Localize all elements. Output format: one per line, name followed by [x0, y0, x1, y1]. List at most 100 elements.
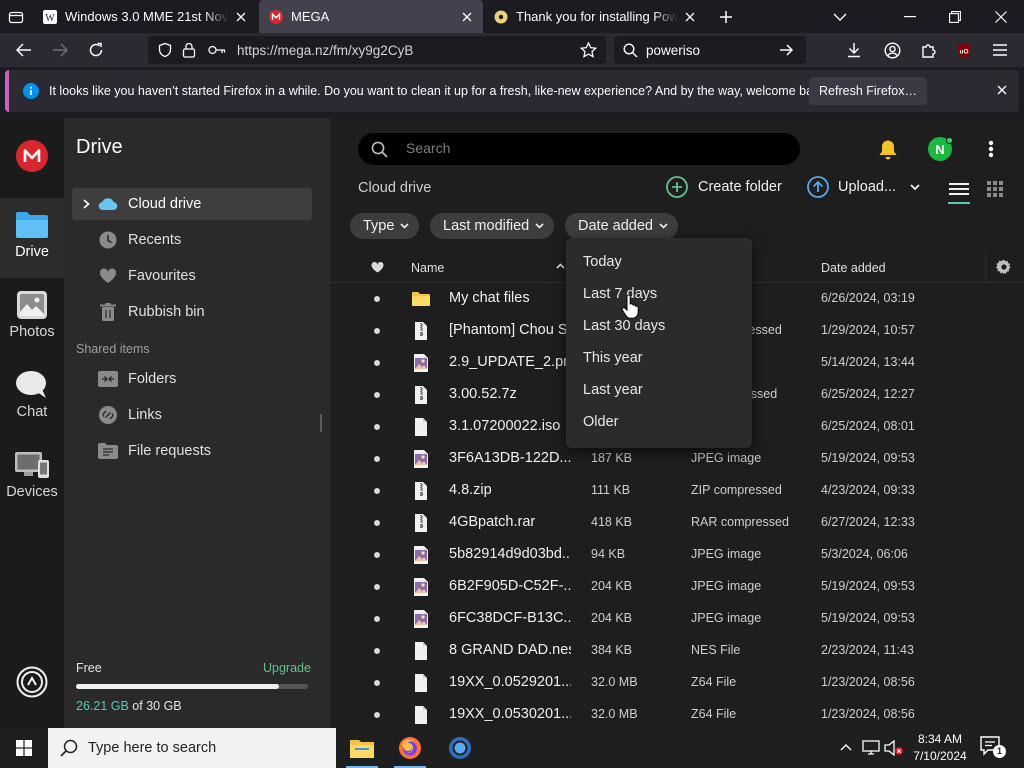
more-vertical-icon[interactable]	[988, 140, 994, 158]
downloads-button[interactable]	[840, 36, 868, 64]
mega-logo-icon[interactable]	[16, 140, 48, 172]
create-folder-button[interactable]: Create folder	[666, 176, 782, 198]
chevron-right-icon[interactable]	[83, 199, 90, 209]
taskbar-search-box[interactable]: Type here to search	[48, 728, 336, 768]
favourite-dot[interactable]	[374, 584, 380, 590]
sidebar-item-folders[interactable]: Folders	[72, 363, 312, 395]
list-view-button[interactable]	[944, 180, 974, 204]
file-search-input[interactable]: Search	[358, 133, 800, 165]
app-menu-button[interactable]	[986, 36, 1014, 64]
close-icon[interactable]	[997, 85, 1007, 95]
search-bar[interactable]: poweriso	[614, 36, 806, 64]
heart-icon[interactable]	[371, 262, 384, 273]
favourite-dot[interactable]	[374, 328, 380, 334]
tab-wikipedia[interactable]: W Windows 3.0 MME 21st Novemb	[33, 0, 257, 33]
breadcrumb[interactable]: Cloud drive	[358, 180, 431, 196]
table-row[interactable]: 8 GRAND DAD.nes 384 KB NES File 2/23/2024, …	[330, 635, 1024, 667]
refresh-firefox-button[interactable]: Refresh Firefox…	[809, 77, 927, 105]
tab-close-icon[interactable]	[229, 5, 253, 29]
date-option-last-year[interactable]: Last year	[583, 382, 643, 398]
restore-button[interactable]	[935, 0, 975, 33]
table-row[interactable]: 4GBpatch.rar 418 KB RAR compressed 6/27/202…	[330, 507, 1024, 539]
rail-drive[interactable]: Drive	[0, 198, 64, 278]
filter-type-chip[interactable]: Type	[350, 213, 420, 239]
action-center-button[interactable]: 1	[980, 736, 1006, 760]
sidebar-item-file-requests[interactable]: File requests	[72, 435, 312, 467]
sidebar-item-links[interactable]: Links	[72, 399, 312, 431]
column-date-added-header[interactable]: Date added	[821, 261, 886, 275]
favourite-dot[interactable]	[374, 712, 380, 718]
favourite-dot[interactable]	[374, 648, 380, 654]
date-option-this-year[interactable]: This year	[583, 350, 643, 366]
chevron-up-icon[interactable]	[840, 743, 852, 751]
favourite-dot[interactable]	[374, 680, 380, 686]
url-bar[interactable]: https://mega.nz/fm/xy9g2CyB	[148, 36, 606, 64]
date-option-today[interactable]: Today	[583, 254, 622, 270]
favourite-dot[interactable]	[374, 552, 380, 558]
sidebar-item-favourites[interactable]: Favourites	[72, 260, 312, 292]
favourite-dot[interactable]	[374, 392, 380, 398]
ublock-button[interactable]: uO	[950, 36, 978, 64]
tab-overview-button[interactable]	[0, 0, 32, 33]
tracking-shield-icon[interactable]	[157, 42, 173, 58]
filter-date-added-chip[interactable]: Date added	[565, 213, 678, 239]
grid-view-icon[interactable]	[987, 181, 1003, 197]
lock-icon[interactable]	[182, 42, 196, 58]
favourite-dot[interactable]	[374, 424, 380, 430]
rail-chat[interactable]: Chat	[0, 358, 64, 438]
table-row[interactable]: 6FC38DCF-B13C... 204 KB JPEG image 5/19/202…	[330, 603, 1024, 635]
sidebar-item-rubbish-bin[interactable]: Rubbish bin	[72, 296, 312, 328]
favourite-dot[interactable]	[374, 520, 380, 526]
account-button[interactable]	[878, 36, 906, 64]
sort-ascending-icon[interactable]	[556, 263, 565, 269]
taskbar-file-explorer[interactable]	[338, 728, 386, 768]
shared-folder-icon	[98, 369, 118, 389]
table-row[interactable]: 5b82914d9d03bd... 94 KB JPEG image 5/3/2024…	[330, 539, 1024, 571]
transfers-icon[interactable]	[16, 666, 48, 698]
system-clock[interactable]: 8:34 AM 7/10/2024	[906, 731, 974, 765]
favourite-dot[interactable]	[374, 360, 380, 366]
taskbar-firefox[interactable]	[386, 728, 434, 768]
network-icon[interactable]	[862, 740, 880, 756]
table-row[interactable]: 6B2F905D-C52F-... 204 KB JPEG image 5/19/20…	[330, 571, 1024, 603]
table-row[interactable]: 19XX_0.0529201... 32.0 MB Z64 File 1/23/202…	[330, 667, 1024, 699]
tab-close-icon[interactable]	[455, 5, 479, 29]
favourite-dot[interactable]	[374, 616, 380, 622]
favourite-dot[interactable]	[374, 296, 380, 302]
favourite-dot[interactable]	[374, 456, 380, 462]
permissions-key-icon[interactable]	[208, 43, 226, 57]
start-button[interactable]	[0, 728, 48, 768]
table-row[interactable]: 19XX_0.0530201... 32.0 MB Z64 File 1/23/202…	[330, 699, 1024, 731]
file-type: Z64 File	[691, 707, 737, 721]
rail-devices[interactable]: Devices	[0, 438, 64, 518]
sidebar-resize-handle[interactable]	[320, 414, 322, 432]
upload-button[interactable]: Upload...	[807, 176, 920, 198]
extensions-button[interactable]	[914, 36, 942, 64]
sidebar-item-recents[interactable]: Recents	[72, 224, 312, 256]
tab-close-icon[interactable]	[678, 5, 702, 29]
date-option-older[interactable]: Older	[583, 414, 618, 430]
taskbar-chrome[interactable]	[436, 728, 484, 768]
tab-poweriso[interactable]: Thank you for installing PowerIS	[484, 0, 706, 33]
table-row[interactable]: 4.8.zip 111 KB ZIP compressed 4/23/2024, 09…	[330, 475, 1024, 507]
bell-icon[interactable]	[878, 139, 898, 160]
forward-button[interactable]	[46, 36, 74, 64]
go-arrow-icon[interactable]	[779, 43, 794, 57]
column-name-header[interactable]: Name	[411, 261, 444, 275]
filter-last-modified-chip[interactable]: Last modified	[430, 213, 555, 239]
close-window-button[interactable]	[980, 0, 1022, 33]
gear-icon[interactable]	[996, 259, 1012, 275]
reload-button[interactable]	[82, 36, 110, 64]
sidebar-item-cloud-drive[interactable]: Cloud drive	[72, 188, 312, 220]
date-option-last-30-days[interactable]: Last 30 days	[583, 318, 665, 334]
back-button[interactable]	[10, 36, 38, 64]
new-tab-button[interactable]	[712, 0, 740, 33]
minimize-button[interactable]	[890, 0, 930, 33]
list-all-tabs-button[interactable]	[826, 0, 854, 33]
bookmark-star-icon[interactable]	[580, 42, 597, 58]
rail-photos[interactable]: Photos	[0, 278, 64, 358]
favourite-dot[interactable]	[374, 488, 380, 494]
volume-muted-icon[interactable]	[884, 740, 904, 756]
tab-mega[interactable]: MEGA	[259, 0, 483, 33]
upgrade-link[interactable]: Upgrade	[263, 661, 311, 675]
